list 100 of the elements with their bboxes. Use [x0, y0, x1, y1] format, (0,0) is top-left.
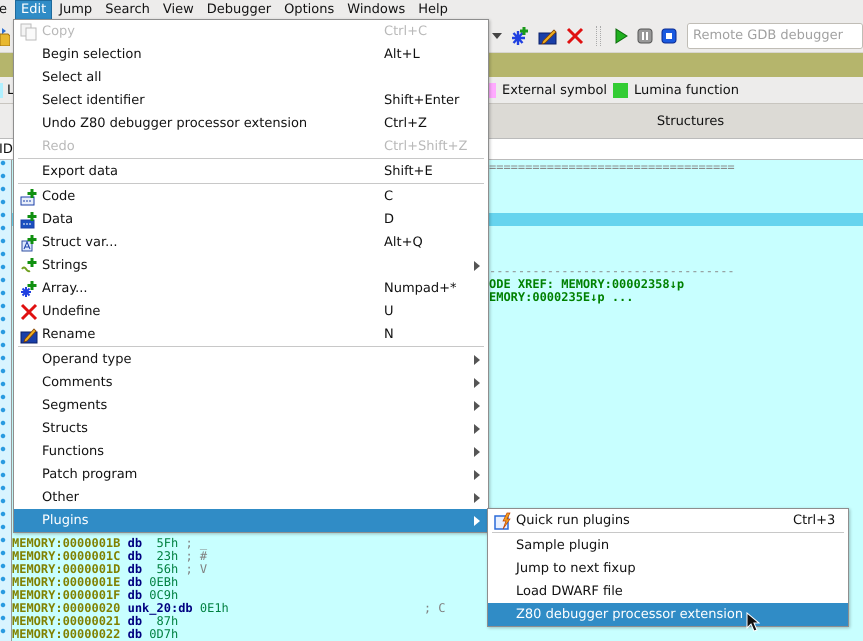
- menu-item[interactable]: Other: [14, 486, 488, 509]
- code-icon: [20, 188, 38, 206]
- strings-icon: [20, 256, 38, 274]
- asterisk-plus-icon[interactable]: [510, 26, 530, 46]
- menu-item[interactable]: Structs: [14, 417, 488, 440]
- comment: ; C: [424, 602, 446, 614]
- shortcut: Alt+L: [384, 47, 420, 62]
- shortcut: C: [384, 189, 394, 204]
- menu-item[interactable]: Undo Z80 debugger processor extension Ctrl+Z: [14, 112, 488, 135]
- menu-item[interactable]: Z80 debugger processor extension: [488, 603, 848, 626]
- comment: ; V: [185, 563, 208, 575]
- shortcut: Ctrl+Shift+Z: [384, 139, 468, 154]
- shortcut: U: [384, 304, 394, 319]
- structures-tab[interactable]: Structures: [488, 104, 863, 138]
- lightning-icon: [494, 512, 512, 530]
- menu-bar-item[interactable]: Windows: [341, 0, 412, 20]
- separator-comment: ==================================: [489, 160, 735, 174]
- menu-item[interactable]: Code C: [14, 185, 488, 208]
- mnemonic: db: [128, 627, 142, 641]
- menu-item[interactable]: Struct var... Alt+Q: [14, 231, 488, 254]
- menu-item[interactable]: Functions: [14, 440, 488, 463]
- shortcut: Ctrl+C: [384, 24, 428, 39]
- struct-icon: [20, 234, 38, 252]
- menu-item[interactable]: Begin selection Alt+L: [14, 43, 488, 66]
- menu-item[interactable]: Load DWARF file: [488, 580, 848, 603]
- play-icon[interactable]: [613, 27, 629, 45]
- shortcut: Shift+Enter: [384, 93, 460, 108]
- shortcut: Numpad+*: [384, 281, 456, 296]
- menu-item[interactable]: Quick run plugins Ctrl+3: [488, 509, 848, 532]
- menu-item[interactable]: Array... Numpad+*: [14, 277, 488, 300]
- xref-comment: ODE XREF: MEMORY:00002358↓p: [489, 277, 684, 291]
- mnemonic: db: [128, 562, 142, 576]
- xref-comment: EMORY:0000235E↓p ...: [489, 290, 634, 304]
- mnemonic: db: [178, 601, 193, 615]
- menu-item[interactable]: Strings: [14, 254, 488, 277]
- menu-item[interactable]: Select identifier Shift+Enter: [14, 89, 488, 112]
- menu-bar-item[interactable]: Search: [99, 0, 156, 20]
- mnemonic: db: [128, 549, 142, 563]
- pencil-icon[interactable]: [538, 27, 558, 45]
- menu-bar-item[interactable]: Edit: [15, 0, 52, 20]
- shortcut: Ctrl+Z: [384, 116, 427, 131]
- mnemonic: db: [128, 575, 142, 589]
- menu-bar-item[interactable]: Jump: [53, 0, 98, 20]
- menu-item[interactable]: Data D: [14, 208, 488, 231]
- folder-icon[interactable]: [0, 26, 10, 46]
- operand: 0C9h: [149, 588, 178, 602]
- address: MEMORY:00000021: [12, 614, 120, 628]
- operand: 0EBh: [149, 575, 178, 589]
- shortcut: N: [384, 327, 394, 342]
- separator-comment: ----------------------------------: [489, 264, 735, 278]
- address: MEMORY:00000020: [12, 601, 120, 615]
- menu-bar-item[interactable]: e: [0, 0, 11, 20]
- operand: 56h: [156, 562, 178, 576]
- mnemonic: db: [128, 614, 142, 628]
- menu-item[interactable]: Segments: [14, 394, 488, 417]
- menu-item[interactable]: Select all: [14, 66, 488, 89]
- copy-icon: [20, 22, 38, 40]
- pause-icon[interactable]: [637, 28, 653, 44]
- menu-item[interactable]: Sample plugin: [488, 534, 848, 557]
- shortcut: Shift+E: [384, 164, 433, 179]
- pencil-icon: [20, 326, 38, 344]
- close-icon[interactable]: [566, 27, 584, 45]
- operand: 87h: [156, 614, 178, 628]
- caret-icon[interactable]: [492, 33, 502, 39]
- asterisk-plus-icon: [20, 280, 38, 298]
- legend-label: Lumina function: [634, 82, 739, 98]
- operand: 0D7h: [149, 627, 178, 641]
- menu-bar-item[interactable]: View: [156, 0, 200, 20]
- menu-item[interactable]: Comments: [14, 371, 488, 394]
- mnemonic: db: [128, 588, 142, 602]
- menu-item[interactable]: Rename N: [14, 323, 488, 346]
- shortcut: Ctrl+3: [793, 513, 836, 528]
- address: MEMORY:0000001C: [12, 549, 120, 563]
- stop-icon[interactable]: [661, 28, 677, 44]
- mnemonic: db: [128, 536, 142, 550]
- menu-bar-item[interactable]: Debugger: [200, 0, 278, 20]
- address: MEMORY:0000001F: [12, 588, 120, 602]
- menu-item[interactable]: Undefine U: [14, 300, 488, 323]
- comment: ; #: [185, 550, 208, 562]
- menu-bar-item[interactable]: Help: [412, 0, 454, 20]
- shortcut: Alt+Q: [384, 235, 423, 250]
- menu-item[interactable]: Export data Shift+E: [14, 160, 488, 183]
- cross-icon: [20, 302, 38, 320]
- pane-title: ID: [0, 142, 13, 156]
- menu-item[interactable]: Operand type: [14, 348, 488, 371]
- menu-item[interactable]: Plugins: [14, 509, 488, 532]
- address: MEMORY:0000001D: [12, 562, 120, 576]
- menu-item[interactable]: Jump to next fixup: [488, 557, 848, 580]
- data-icon: [20, 210, 38, 228]
- data-label: unk_20:: [128, 601, 178, 615]
- legend-label: External symbol: [502, 82, 608, 98]
- operand: 23h: [156, 549, 178, 563]
- operand: 0E1h: [200, 601, 229, 615]
- address: MEMORY:0000001B: [12, 536, 120, 550]
- comment: ; _: [185, 537, 208, 549]
- shortcut: D: [384, 212, 394, 227]
- operand: 5Fh: [156, 536, 178, 550]
- menu-item[interactable]: Patch program: [14, 463, 488, 486]
- address: MEMORY:0000001E: [12, 575, 120, 589]
- menu-bar-item[interactable]: Options: [278, 0, 340, 20]
